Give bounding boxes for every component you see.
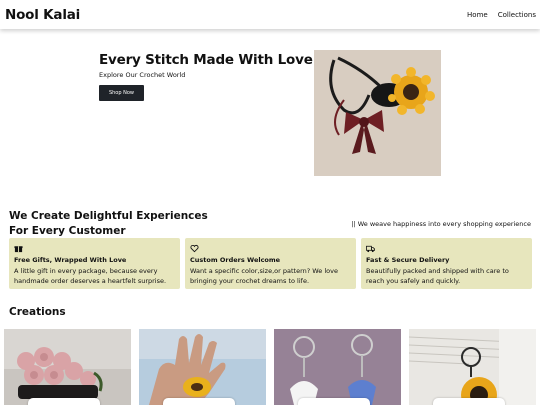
experience-quote: || We weave happiness into every shoppin… <box>351 220 531 228</box>
feature-card-gifts: Free Gifts, Wrapped With Love A little g… <box>9 238 180 289</box>
feature-card-title: Custom Orders Welcome <box>190 256 281 264</box>
creation-item-button[interactable] <box>433 398 505 405</box>
experience-title-line2: For Every Customer <box>9 225 126 237</box>
feature-cards: Free Gifts, Wrapped With Love A little g… <box>9 238 532 289</box>
creation-item-sunflower-keychain[interactable] <box>409 329 536 405</box>
feature-card-text: A little gift in every package, because … <box>14 266 167 286</box>
brand-logo[interactable]: Nool Kalai <box>5 7 80 23</box>
experience-title-line1: We Create Delightful Experiences <box>9 210 208 222</box>
feature-card-text: Beautifully packed and shipped with care… <box>366 266 509 286</box>
feature-card-delivery: Fast & Secure Delivery Beautifully packe… <box>361 238 532 289</box>
creations-title: Creations <box>9 306 66 318</box>
feature-card-title: Fast & Secure Delivery <box>366 256 450 264</box>
feature-card-title: Free Gifts, Wrapped With Love <box>14 256 127 264</box>
nav-links: Home Collections <box>467 11 536 19</box>
experience-title: We Create Delightful Experiences For Eve… <box>9 209 208 239</box>
creation-item-button[interactable] <box>28 398 100 405</box>
feature-card-text: Want a specific color,size,or pattern? W… <box>190 266 338 286</box>
hero-subtitle: Explore Our Crochet World <box>99 71 186 79</box>
creation-item-button[interactable] <box>163 398 235 405</box>
feature-card-custom: Custom Orders Welcome Want a specific co… <box>185 238 356 289</box>
creations-gallery <box>4 329 536 405</box>
creation-item-button[interactable] <box>298 398 370 405</box>
nav-link-home[interactable]: Home <box>467 11 488 19</box>
hero-title: Every Stitch Made With Love <box>99 52 313 68</box>
truck-icon <box>366 245 375 253</box>
creation-item-roses[interactable] <box>4 329 131 405</box>
heart-icon <box>190 244 199 253</box>
creation-item-keychains[interactable] <box>274 329 401 405</box>
navbar: Nool Kalai Home Collections <box>0 0 540 29</box>
nav-link-collections[interactable]: Collections <box>498 11 536 19</box>
creation-item-sunflower-ring[interactable] <box>139 329 266 405</box>
hero-image <box>314 50 441 176</box>
gift-icon <box>14 246 23 253</box>
shop-now-button[interactable]: Shop Now <box>99 85 144 101</box>
